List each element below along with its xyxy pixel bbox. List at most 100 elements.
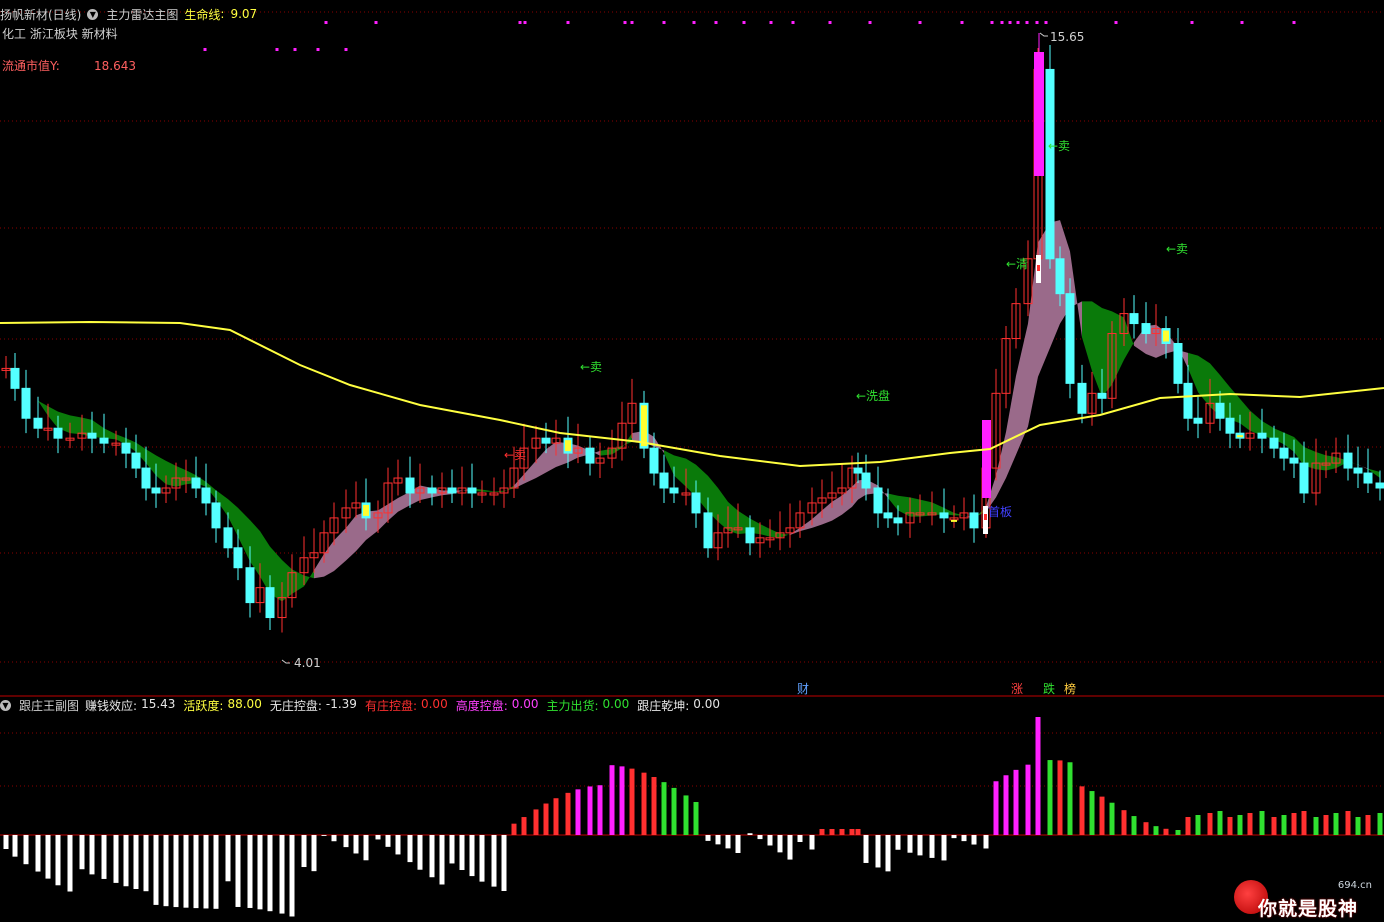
signal-dot xyxy=(960,21,964,24)
chevron-down-icon[interactable]: ▼ xyxy=(0,699,11,711)
histogram-bar xyxy=(619,766,625,835)
trend-band xyxy=(38,400,48,416)
histogram-bar xyxy=(289,835,295,917)
candle-body xyxy=(1269,437,1279,449)
histogram-bar xyxy=(961,835,967,842)
histogram-bar xyxy=(267,835,273,912)
watermark-site: 694.cn xyxy=(1337,880,1372,891)
candle-highlight xyxy=(1237,435,1243,438)
signal-dot xyxy=(293,48,297,51)
main-header: 扬帆新材(日线) ▼ 主力雷达主图 生命线 : 9.07 xyxy=(0,6,258,23)
candle-body xyxy=(1065,293,1075,384)
limit-up-candle xyxy=(1034,52,1044,176)
candle-body xyxy=(405,477,415,494)
sell-annotation: ←卖 xyxy=(1048,139,1070,153)
histogram-bar xyxy=(1185,817,1191,835)
signal-dot xyxy=(1114,21,1118,24)
trend-band xyxy=(1082,301,1092,371)
histogram-bar xyxy=(693,802,699,835)
candle-body xyxy=(1279,447,1289,459)
candle-body xyxy=(1257,432,1267,439)
histogram-bar xyxy=(1175,829,1181,835)
chevron-down-icon[interactable]: ▼ xyxy=(87,8,99,20)
histogram-bar xyxy=(439,835,445,885)
sub-item-value-5: 0.00 xyxy=(602,696,630,711)
candle-body xyxy=(1077,382,1087,414)
chart-window: 15.65 4.01 ←卖 ←卖 ←卖 ←卖 ←洗盘 ←清 首板财 涨 跌榜 扬帆新材(日线) ▼ … xyxy=(0,0,1384,922)
signal-dot xyxy=(203,48,207,51)
trend-band xyxy=(780,533,790,538)
histogram-bar xyxy=(225,835,231,882)
candle-body xyxy=(669,487,679,494)
histogram-bar xyxy=(429,835,435,878)
histogram-bar xyxy=(1121,810,1127,835)
histogram-bar xyxy=(1131,816,1137,835)
histogram-bar xyxy=(153,835,159,905)
high-label: 15.65 xyxy=(1050,30,1084,44)
histogram-bar xyxy=(661,782,667,835)
histogram-bar xyxy=(1207,813,1213,835)
histogram-bar xyxy=(777,835,783,853)
histogram-bar xyxy=(1195,815,1201,835)
histogram-bar xyxy=(735,835,741,854)
trend-band xyxy=(898,495,910,517)
sub-item-1: 活跃度: xyxy=(183,698,224,713)
trend-band xyxy=(504,485,514,492)
signal-dot xyxy=(518,21,522,24)
signal-dot xyxy=(1044,21,1048,24)
trend-band xyxy=(728,501,738,535)
trend-band xyxy=(1102,308,1112,398)
histogram-bar xyxy=(133,835,139,890)
candle-body xyxy=(1173,342,1183,384)
price-chart[interactable]: 15.65 4.01 ←卖 ←卖 ←卖 ←卖 ←洗盘 ←清首板财 涨 跌榜 xyxy=(0,0,1384,922)
stock-name[interactable]: 扬帆新材(日线) xyxy=(0,6,81,23)
candle-body xyxy=(151,487,161,494)
histogram-bar xyxy=(35,835,41,872)
trend-band xyxy=(156,455,166,485)
histogram-bar xyxy=(501,835,507,891)
candle-body xyxy=(861,472,871,489)
histogram-bar xyxy=(511,823,517,835)
histogram-bar xyxy=(449,835,455,864)
histogram-bar xyxy=(1291,813,1297,835)
histogram-bar xyxy=(1067,762,1073,835)
signal-dot xyxy=(1016,21,1020,24)
sell-annotation: ←卖 xyxy=(580,360,602,374)
signal-dot xyxy=(1008,21,1012,24)
histogram-bar xyxy=(491,835,497,887)
candle-body xyxy=(745,527,755,544)
histogram-bar xyxy=(651,777,657,835)
sub-item-2: 无庄控盘: xyxy=(269,698,322,713)
sub-item-value-4: 0.00 xyxy=(511,696,539,711)
candle-body xyxy=(659,472,669,489)
first-board-annotation: 首板 xyxy=(988,505,1012,519)
candle-body xyxy=(245,567,255,604)
histogram-bar xyxy=(3,835,9,849)
signal-dot xyxy=(1240,21,1244,24)
histogram-bar xyxy=(983,835,989,849)
candle-body xyxy=(1289,457,1299,464)
histogram-bar xyxy=(12,835,18,857)
trend-band xyxy=(398,491,410,512)
candle-body xyxy=(467,487,477,494)
candle-body xyxy=(649,447,659,474)
signal-dot xyxy=(324,21,328,24)
sub-indicator-name[interactable]: 跟庄王副图 xyxy=(19,697,79,714)
histogram-bar xyxy=(193,835,199,909)
signal-dot xyxy=(1025,21,1029,24)
indicator-name[interactable]: 主力雷达主图 xyxy=(106,6,178,23)
histogram-bar xyxy=(183,835,189,908)
signal-dot xyxy=(1292,21,1296,24)
histogram-bar xyxy=(331,835,337,842)
sub-item-value-1: 88.00 xyxy=(227,696,262,711)
histogram-bar xyxy=(203,835,209,909)
histogram-bar xyxy=(1089,791,1095,835)
histogram-bar xyxy=(343,835,349,848)
trend-band xyxy=(770,528,780,538)
trend-band xyxy=(1198,355,1210,408)
histogram-bar xyxy=(479,835,485,882)
sector-tags[interactable]: 化工 浙江板块 新材料 xyxy=(2,27,118,41)
candle-body xyxy=(141,467,151,489)
histogram-bar xyxy=(597,785,603,835)
trend-band xyxy=(70,415,82,435)
